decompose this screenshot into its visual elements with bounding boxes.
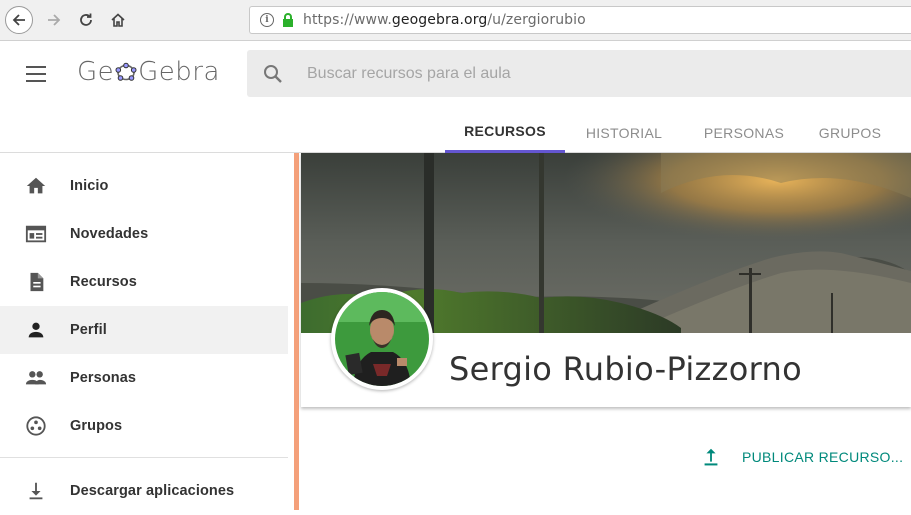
tab-personas[interactable]: PERSONAS <box>683 112 805 153</box>
search-bar[interactable] <box>247 50 911 97</box>
browser-toolbar: i https://www.geogebra.org/u/zergiorubio <box>0 0 911 41</box>
tab-grupos[interactable]: GRUPOS <box>805 112 895 153</box>
sidebar-item-label: Grupos <box>70 418 123 434</box>
lock-icon <box>283 13 293 27</box>
tab-recursos[interactable]: RECURSOS <box>445 112 565 153</box>
upload-icon <box>704 448 718 466</box>
document-icon <box>24 270 48 294</box>
profile-name: Sergio Rubio-Pizzorno <box>449 350 802 388</box>
tab-historial[interactable]: HISTORIAL <box>565 112 683 153</box>
sidebar-item-label: Personas <box>70 370 137 386</box>
sidebar-item-label: Perfil <box>70 322 107 338</box>
geogebra-o-icon <box>115 62 137 81</box>
arrow-right-icon <box>48 14 61 26</box>
sidebar-item-label: Recursos <box>70 274 137 290</box>
sidebar-item-novedades[interactable]: Novedades <box>0 210 288 258</box>
search-icon <box>264 64 282 83</box>
sidebar-divider <box>0 457 288 458</box>
sidebar-item-grupos[interactable]: Grupos <box>0 402 288 450</box>
url-domain: geogebra.org <box>391 12 488 28</box>
sidebar-item-personas[interactable]: Personas <box>0 354 288 402</box>
sidebar-item-label: Inicio <box>70 178 109 194</box>
person-icon <box>24 318 48 342</box>
avatar-photo-image <box>335 292 429 386</box>
arrow-left-icon <box>12 14 25 26</box>
publish-resource-label: PUBLICAR RECURSO... <box>742 449 904 465</box>
profile-avatar[interactable] <box>331 288 433 390</box>
reload-button[interactable] <box>72 6 100 34</box>
newsfeed-icon <box>24 222 48 246</box>
download-icon <box>24 479 48 503</box>
hamburger-line <box>26 73 46 75</box>
app-header: Ge Gebra RECURSOS HISTORIAL PERSONAS GRU… <box>0 41 911 153</box>
menu-button[interactable] <box>26 66 46 82</box>
profile-tabs: RECURSOS HISTORIAL PERSONAS GRUPOS <box>445 112 895 153</box>
forward-button[interactable] <box>40 6 68 34</box>
content-accent-strip <box>294 153 299 510</box>
sidebar-item-descargar[interactable]: Descargar aplicaciones <box>0 467 288 515</box>
url-text: https://www.geogebra.org/u/zergiorubio <box>303 12 586 28</box>
logo-text-right: Gebra <box>138 57 220 87</box>
address-bar[interactable]: i https://www.geogebra.org/u/zergiorubio <box>249 6 911 34</box>
sidebar: Inicio Novedades Recursos Perfil Persona… <box>0 153 288 510</box>
sidebar-item-inicio[interactable]: Inicio <box>0 162 288 210</box>
logo-text-left: Ge <box>77 57 115 87</box>
home-icon <box>24 174 48 198</box>
people-icon <box>24 366 48 390</box>
home-icon <box>111 13 125 27</box>
reload-icon <box>80 13 92 26</box>
sidebar-item-recursos[interactable]: Recursos <box>0 258 288 306</box>
hamburger-line <box>26 66 46 68</box>
sidebar-item-perfil[interactable]: Perfil <box>0 306 288 354</box>
home-button[interactable] <box>104 6 132 34</box>
sidebar-item-label: Descargar aplicaciones <box>70 483 235 499</box>
sidebar-item-label: Novedades <box>70 226 149 242</box>
search-input[interactable] <box>307 64 867 83</box>
geogebra-logo[interactable]: Ge Gebra <box>77 57 220 87</box>
profile-card: Sergio Rubio-Pizzorno <box>301 153 911 407</box>
avatar <box>335 292 429 386</box>
url-prefix: https://www. <box>303 12 392 28</box>
hamburger-line <box>26 80 46 82</box>
groups-icon <box>24 414 48 438</box>
info-icon[interactable]: i <box>260 13 274 27</box>
publish-resource-button[interactable]: PUBLICAR RECURSO... <box>700 445 903 469</box>
back-button[interactable] <box>5 6 33 34</box>
url-path: /u/zergiorubio <box>487 12 586 28</box>
